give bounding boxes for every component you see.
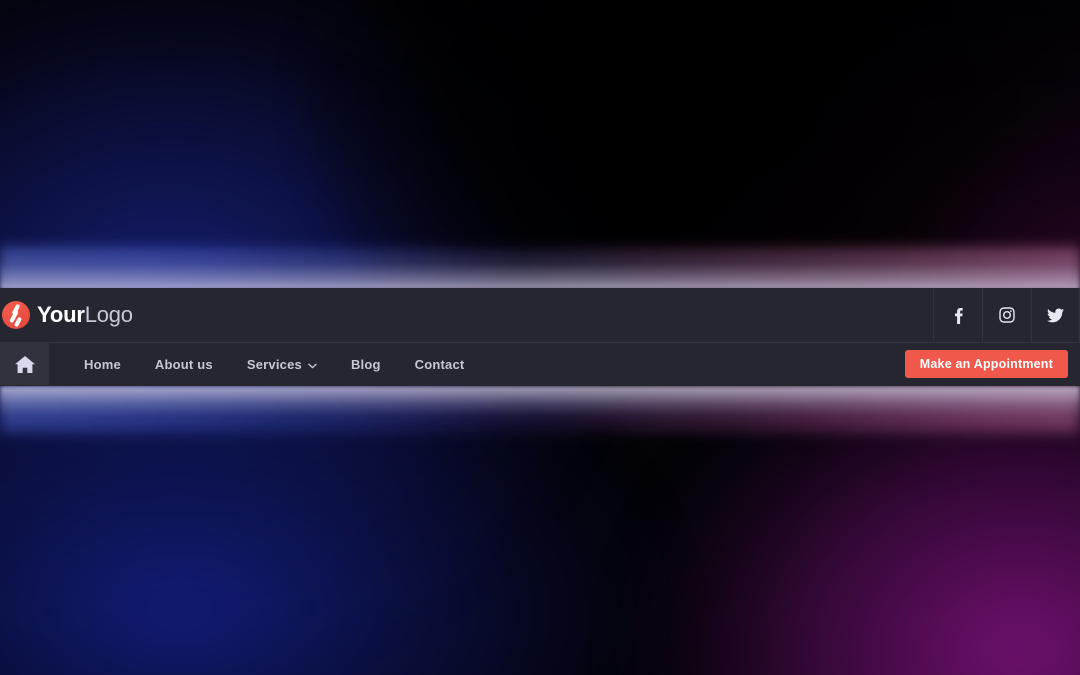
chevron-down-icon	[308, 357, 317, 372]
make-appointment-button[interactable]: Make an Appointment	[904, 350, 1068, 378]
brand-name-bold: Your	[37, 302, 85, 327]
nav-item-home[interactable]: Home	[67, 357, 138, 372]
home-icon	[14, 355, 35, 374]
header-nav-row: Home About us Services Blog Contact Make…	[0, 343, 1080, 385]
nav-item-about-us-label: About us	[154, 356, 213, 372]
main-menu: Home About us Services Blog Contact	[49, 356, 481, 372]
social-link-twitter[interactable]	[1031, 287, 1080, 343]
nav-item-blog-label: Blog	[350, 356, 381, 372]
social-link-instagram[interactable]	[982, 287, 1031, 343]
social-links	[933, 287, 1080, 343]
nav-item-blog[interactable]: Blog	[334, 357, 398, 372]
instagram-icon	[999, 307, 1015, 323]
nav-item-services-label: Services	[246, 356, 302, 372]
nav-item-about-us[interactable]: About us	[138, 357, 230, 372]
nav-item-services[interactable]: Services	[230, 356, 334, 372]
header-top-row: YourLogo	[0, 287, 1080, 343]
nav-item-home-label: Home	[84, 356, 121, 372]
nav-left-group: Home About us Services Blog Contact	[0, 343, 481, 385]
facebook-icon	[954, 307, 963, 324]
brand-name-light: Logo	[84, 302, 133, 327]
brand-name: YourLogo	[37, 304, 133, 326]
logo-mark-icon	[2, 301, 30, 329]
twitter-icon	[1047, 307, 1064, 323]
nav-item-contact[interactable]: Contact	[398, 357, 482, 372]
light-band-above-header-tint	[0, 246, 1080, 290]
social-link-facebook[interactable]	[933, 287, 982, 343]
nav-item-contact-label: Contact	[414, 356, 465, 372]
brand-logo[interactable]: YourLogo	[0, 301, 133, 329]
nav-home-button[interactable]	[0, 343, 49, 385]
light-band-below-header-tint	[0, 386, 1080, 432]
site-header: YourLogo Home About us Services Blog Con…	[0, 287, 1080, 386]
